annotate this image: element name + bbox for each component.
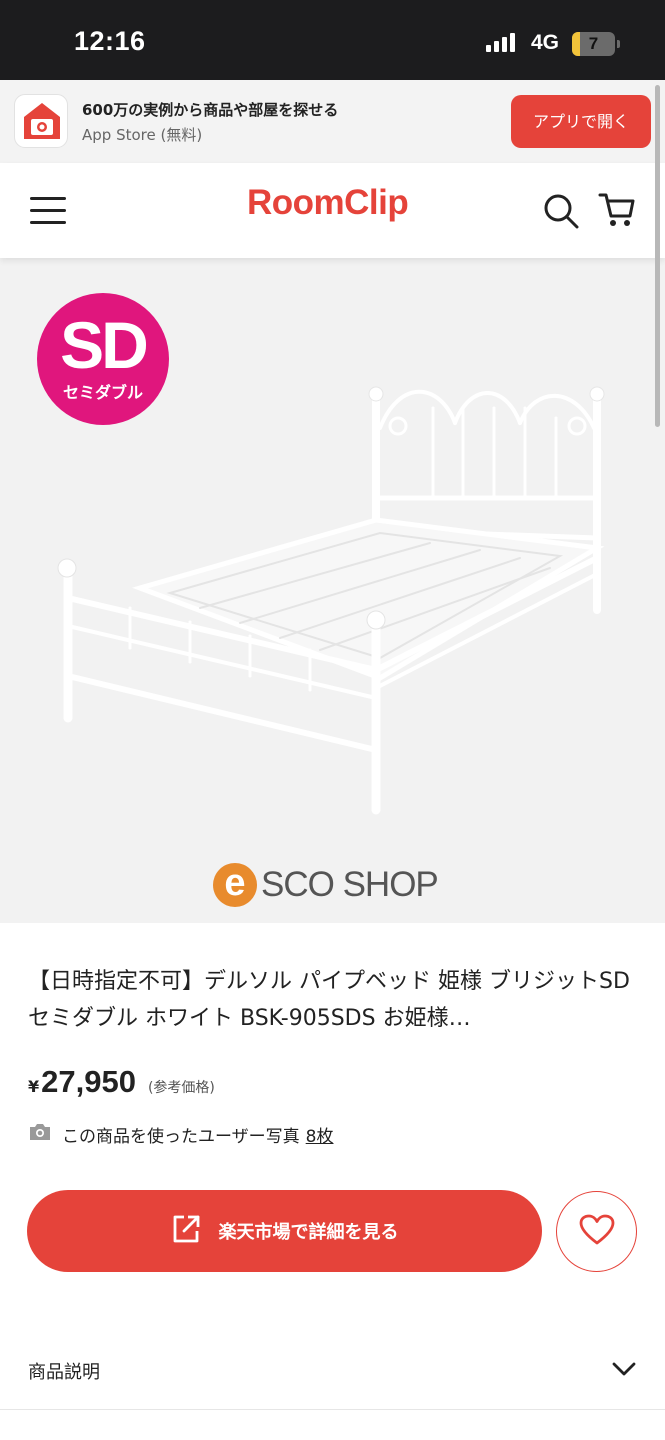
network-type: 4G (531, 31, 560, 54)
cart-icon[interactable] (598, 191, 636, 233)
price-note: (参考価格) (147, 1080, 215, 1096)
product-price: 27,950 (41, 1064, 136, 1099)
shop-logo-mark: e (213, 863, 257, 907)
cellular-signal-icon (486, 33, 515, 52)
site-header: RoomClip (0, 163, 665, 258)
hamburger-menu-icon[interactable] (30, 195, 66, 225)
product-description-label: 商品説明 (28, 1362, 100, 1383)
roomclip-logo[interactable]: RoomClip (247, 183, 409, 223)
battery-icon: 7 (572, 32, 615, 56)
open-in-app-button[interactable]: アプリで開く (511, 95, 651, 148)
product-title: 【日時指定不可】デルソル パイプベッド 姫様 ブリジットSD セミダブル ホワイ… (28, 969, 630, 1031)
currency-symbol: ¥ (28, 1077, 40, 1096)
product-image[interactable]: SD セミダブル e SCO SHOP (0, 258, 665, 923)
heart-icon (579, 1214, 615, 1250)
scrollbar[interactable] (655, 85, 660, 427)
roomclip-app-icon[interactable] (14, 94, 68, 148)
chevron-down-icon (611, 1360, 637, 1382)
banner-subtitle: App Store (無料) (82, 126, 203, 144)
external-link-icon (171, 1214, 201, 1249)
search-icon[interactable] (543, 193, 579, 233)
view-on-rakuten-label: 楽天市場で詳細を見る (218, 1222, 399, 1243)
favorite-button[interactable] (556, 1191, 637, 1272)
banner-title: 600万の実例から商品や部屋を探せる (82, 101, 339, 119)
view-on-rakuten-button[interactable]: 楽天市場で詳細を見る (27, 1190, 542, 1272)
price-row: ¥ 27,950 (参考価格) (28, 1064, 215, 1100)
user-photos-link[interactable]: この商品を使ったユーザー写真 8枚 (28, 1122, 334, 1147)
battery-level: 7 (588, 34, 599, 53)
status-time: 12:16 (74, 26, 146, 56)
camera-icon (28, 1122, 52, 1147)
user-photos-label: この商品を使ったユーザー写真 (62, 1127, 300, 1147)
battery-cap (617, 40, 620, 48)
shop-logo: e SCO SHOP (213, 863, 439, 907)
shop-logo-text: SCO SHOP (261, 865, 439, 904)
user-photos-count[interactable]: 8枚 (306, 1122, 334, 1147)
bed-illustration (57, 386, 605, 815)
status-bar: 12:16 4G 7 (0, 0, 665, 80)
product-description-toggle[interactable]: 商品説明 (0, 1330, 665, 1410)
